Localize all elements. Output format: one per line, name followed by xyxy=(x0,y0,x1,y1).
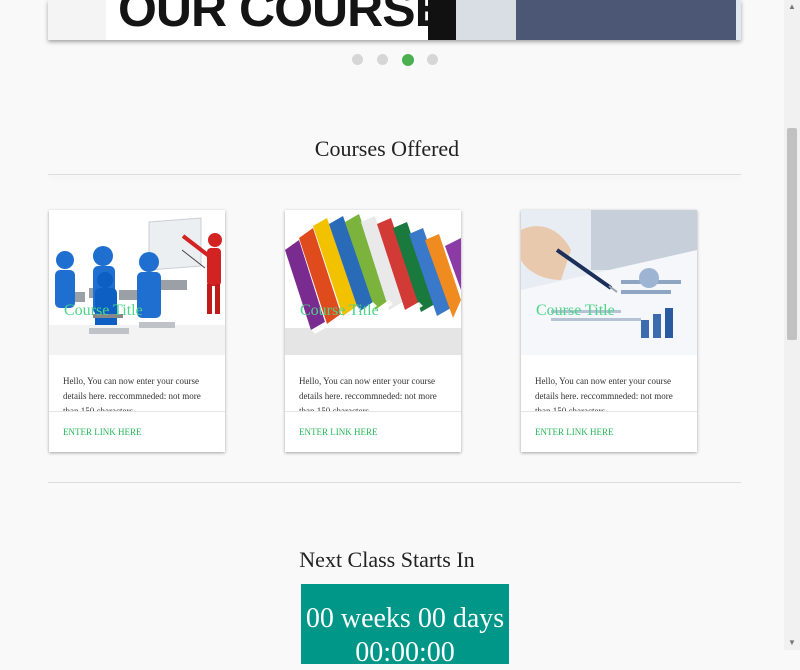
scrollbar-thumb[interactable] xyxy=(787,128,797,340)
course-description: Hello, You can now enter your course det… xyxy=(299,376,437,414)
carousel-dot[interactable] xyxy=(427,54,438,65)
courses-section-title: Courses Offered xyxy=(314,136,460,161)
countdown-clock: 00:00:00 xyxy=(355,637,455,668)
page-scrollbar[interactable]: ▲ ▼ xyxy=(784,0,800,650)
course-card: Course Title Hello, You can now enter yo… xyxy=(49,210,225,452)
course-title: Course Title xyxy=(536,302,615,319)
countdown-title: Next Class Starts In xyxy=(299,547,475,572)
hero-carousel-slide: OUR COURSES xyxy=(48,0,741,40)
scroll-down-icon[interactable]: ▼ xyxy=(788,639,796,647)
course-card: Course Title Hello, You can now enter yo… xyxy=(521,210,697,452)
countdown-weeks-days: 00 weeks 00 days xyxy=(305,603,505,634)
card-action: ENTER LINK HERE xyxy=(49,411,225,452)
countdown-timer: 00 weeks 00 days 00:00:00 xyxy=(301,584,509,668)
hero-image-text: OUR COURSES xyxy=(118,0,456,37)
section-divider xyxy=(48,482,741,483)
pen-charts-image xyxy=(521,210,697,355)
carousel-dot-active[interactable] xyxy=(402,54,414,66)
course-link[interactable]: ENTER LINK HERE xyxy=(535,427,614,437)
course-title: Course Title xyxy=(64,302,143,319)
section-divider xyxy=(48,174,741,175)
course-description: Hello, You can now enter your course det… xyxy=(63,376,201,414)
course-card: Course Title Hello, You can now enter yo… xyxy=(285,210,461,452)
hero-background xyxy=(48,0,106,40)
scroll-up-icon[interactable]: ▲ xyxy=(788,3,796,11)
hero-person-image xyxy=(456,0,741,40)
carousel-dot[interactable] xyxy=(377,54,388,65)
course-link[interactable]: ENTER LINK HERE xyxy=(299,427,378,437)
card-action: ENTER LINK HERE xyxy=(285,411,461,452)
books-image xyxy=(285,210,461,355)
hero-sign-image: OUR COURSES xyxy=(106,0,456,40)
teacher-presentation-image xyxy=(49,210,225,355)
course-title: Course Title xyxy=(300,302,379,319)
course-link[interactable]: ENTER LINK HERE xyxy=(63,427,142,437)
carousel-dot[interactable] xyxy=(352,54,363,65)
carousel-indicators xyxy=(0,54,800,68)
card-action: ENTER LINK HERE xyxy=(521,411,697,452)
course-description: Hello, You can now enter your course det… xyxy=(535,376,673,414)
